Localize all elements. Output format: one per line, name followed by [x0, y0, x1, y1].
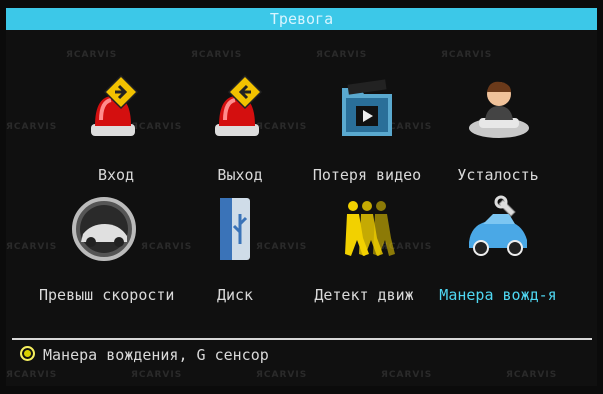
- tile-overspeed[interactable]: Превыш скорости: [39, 194, 175, 324]
- watermark: ЯCARVIS: [66, 50, 118, 60]
- watermark: ЯCARVIS: [6, 122, 58, 132]
- watermark: ЯCARVIS: [131, 370, 183, 380]
- tile-label: Манера вожд-я: [439, 286, 557, 304]
- fatigue-driver-icon: [463, 74, 533, 144]
- alarm-menu-window: Тревога ЯCARVIS ЯCARVIS ЯCARVIS ЯCARVIS …: [0, 0, 603, 394]
- divider: [12, 338, 592, 340]
- driving-behavior-icon: [463, 194, 533, 264]
- usb-disk-icon: [200, 194, 270, 264]
- watermark: ЯCARVIS: [256, 370, 308, 380]
- motion-detect-icon: [329, 194, 399, 264]
- tile-label: Вход: [97, 166, 135, 184]
- tile-label: Превыш скорости: [39, 286, 175, 304]
- watermark: ЯCARVIS: [381, 370, 433, 380]
- tile-label: Усталость: [457, 166, 539, 184]
- watermark: ЯCARVIS: [441, 50, 493, 60]
- status-text: Манера вождения, G сенсор: [43, 346, 269, 364]
- tile-label: Выход: [217, 166, 263, 184]
- speedometer-car-icon: [69, 194, 139, 264]
- tile-driving-behavior[interactable]: Манера вожд-я: [433, 194, 563, 324]
- status-line: Манера вождения, G сенсор: [20, 346, 269, 364]
- watermark: ЯCARVIS: [6, 370, 58, 380]
- tile-disk[interactable]: Диск: [170, 194, 300, 324]
- tile-label: Детект движ: [314, 286, 414, 304]
- watermark: ЯCARVIS: [316, 50, 368, 60]
- tile-label: Диск: [216, 286, 254, 304]
- tile-video-loss[interactable]: Потеря видео: [302, 74, 432, 204]
- tile-alarm-out[interactable]: Выход: [175, 74, 305, 204]
- video-loss-icon: [332, 74, 402, 144]
- window-title: Тревога: [6, 8, 597, 30]
- watermark: ЯCARVIS: [191, 50, 243, 60]
- tile-fatigue[interactable]: Усталость: [433, 74, 563, 204]
- tile-motion-detect[interactable]: Детект движ: [299, 194, 429, 324]
- alarm-out-icon: [205, 74, 275, 144]
- watermark: ЯCARVIS: [506, 370, 558, 380]
- tile-alarm-in[interactable]: Вход: [51, 74, 181, 204]
- radio-selected-icon: [20, 346, 35, 361]
- alarm-in-icon: [81, 74, 151, 144]
- tile-label: Потеря видео: [312, 166, 422, 184]
